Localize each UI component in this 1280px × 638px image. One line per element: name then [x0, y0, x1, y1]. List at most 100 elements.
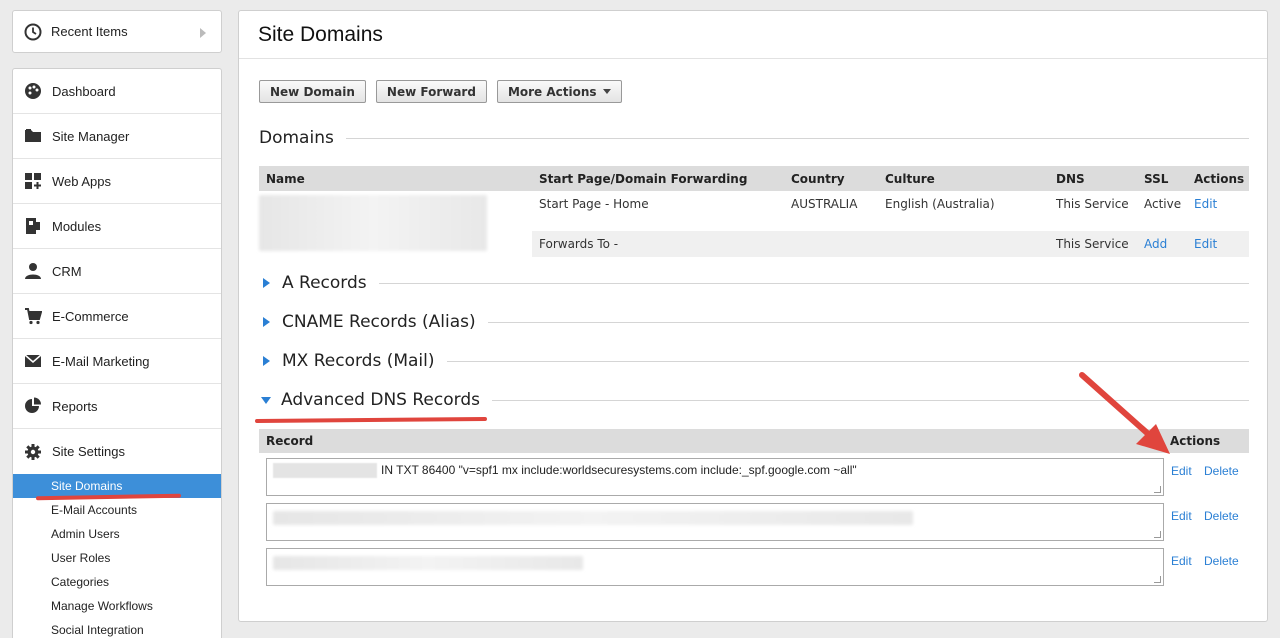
dns-cell: This Service	[1056, 197, 1129, 211]
col-header-actions: Actions	[1187, 166, 1249, 191]
subnav-categories[interactable]: Categories	[13, 570, 221, 594]
grid-plus-icon	[25, 173, 41, 189]
page-title: Site Domains	[258, 22, 383, 46]
delete-record-link[interactable]: Delete	[1204, 464, 1239, 478]
sidebar-item-crm[interactable]: CRM	[13, 249, 221, 294]
country-cell	[784, 231, 878, 257]
subnav-social-integration[interactable]: Social Integration	[13, 618, 221, 638]
edit-record-link[interactable]: Edit	[1171, 554, 1192, 568]
dns-record-row: Edit Delete	[266, 548, 1256, 586]
edit-forward-link[interactable]: Edit	[1194, 237, 1217, 251]
cart-icon	[25, 308, 42, 325]
dns-table-header: Record Actions	[259, 429, 1249, 453]
sidebar-item-label: Site Manager	[52, 128, 130, 144]
caret-down-icon	[602, 89, 611, 94]
a-records-section[interactable]: A Records	[259, 273, 1249, 293]
table-header-row: Name Start Page/Domain Forwarding Countr…	[259, 166, 1249, 191]
sidebar-item-label: E-Commerce	[52, 308, 129, 324]
col-header-record: Record	[266, 434, 314, 448]
expand-arrow-icon[interactable]	[263, 356, 270, 366]
subnav-user-roles[interactable]: User Roles	[13, 546, 221, 570]
dns-record-row: IN TXT 86400 "v=spf1 mx include:worldsec…	[266, 458, 1256, 496]
divider	[446, 360, 1249, 362]
redacted-host	[273, 463, 377, 479]
col-header-country: Country	[784, 166, 878, 191]
resize-handle-icon[interactable]	[1154, 486, 1161, 493]
domains-heading: Domains	[259, 128, 334, 148]
cname-records-section[interactable]: CNAME Records (Alias)	[259, 312, 1249, 332]
table-row: Start Page - Home AUSTRALIA English (Aus…	[259, 191, 1249, 251]
col-header-ssl: SSL	[1137, 166, 1187, 191]
redacted-domain-name	[259, 195, 487, 251]
sidebar-item-e-mail-marketing[interactable]: E-Mail Marketing	[13, 339, 221, 384]
a-records-heading[interactable]: A Records	[282, 273, 367, 293]
sidebar-item-site-settings[interactable]: Site Settings	[13, 429, 221, 474]
subnav-manage-workflows[interactable]: Manage Workflows	[13, 594, 221, 618]
add-ssl-link[interactable]: Add	[1144, 237, 1167, 251]
sidebar-item-reports[interactable]: Reports	[13, 384, 221, 429]
chevron-right-icon	[200, 28, 206, 38]
sidebar-item-label: E-Mail Marketing	[52, 353, 150, 369]
culture-cell: English (Australia)	[885, 197, 995, 211]
mx-records-heading[interactable]: MX Records (Mail)	[282, 351, 435, 371]
col-header-culture: Culture	[878, 166, 1049, 191]
col-header-name: Name	[259, 166, 532, 191]
sidebar-item-e-commerce[interactable]: E-Commerce	[13, 294, 221, 339]
edit-record-link[interactable]: Edit	[1171, 509, 1192, 523]
edit-domain-link[interactable]: Edit	[1194, 197, 1217, 211]
country-cell: AUSTRALIA	[791, 197, 858, 211]
sidebar-item-web-apps[interactable]: Web Apps	[13, 159, 221, 204]
sidebar-item-label: Dashboard	[52, 83, 116, 99]
dns-record-textarea[interactable]: IN TXT 86400 "v=spf1 mx include:worldsec…	[266, 458, 1164, 496]
subnav-admin-users[interactable]: Admin Users	[13, 522, 221, 546]
folder-icon	[25, 129, 41, 142]
mx-records-section[interactable]: MX Records (Mail)	[259, 351, 1249, 371]
resize-handle-icon[interactable]	[1154, 531, 1161, 538]
page-header: Site Domains	[239, 11, 1267, 59]
advanced-dns-heading[interactable]: Advanced DNS Records	[281, 390, 480, 410]
expand-arrow-icon[interactable]	[263, 278, 270, 288]
ssl-cell: Active	[1144, 197, 1182, 211]
cname-records-heading[interactable]: CNAME Records (Alias)	[282, 312, 476, 332]
redacted-record-text	[273, 556, 583, 570]
forwarding-cell: Forwards To -	[532, 231, 784, 257]
more-actions-button[interactable]: More Actions	[496, 80, 622, 103]
resize-handle-icon[interactable]	[1154, 576, 1161, 583]
advanced-dns-section[interactable]: Advanced DNS Records	[259, 390, 1249, 410]
more-actions-label: More Actions	[507, 84, 597, 99]
new-domain-button[interactable]: New Domain	[259, 80, 366, 103]
person-icon	[25, 263, 41, 279]
sidebar-item-modules[interactable]: Modules	[13, 204, 221, 249]
col-header-dns: DNS	[1049, 166, 1137, 191]
sidebar-item-label: CRM	[52, 263, 82, 279]
sidebar-item-dashboard[interactable]: Dashboard	[13, 69, 221, 114]
domains-section-heading: Domains	[259, 128, 1249, 148]
sidebar-item-site-manager[interactable]: Site Manager	[13, 114, 221, 159]
expand-arrow-icon[interactable]	[263, 317, 270, 327]
divider	[378, 282, 1249, 284]
new-forward-button[interactable]: New Forward	[375, 80, 487, 103]
sidebar-item-label: Site Settings	[52, 444, 125, 459]
delete-record-link[interactable]: Delete	[1204, 554, 1239, 568]
dns-record-textarea[interactable]	[266, 548, 1164, 586]
collapse-arrow-icon[interactable]	[261, 396, 271, 404]
culture-cell	[878, 231, 1049, 257]
forwarding-cell: Start Page - Home	[539, 197, 649, 211]
sidebar-item-label: Web Apps	[52, 173, 112, 189]
dns-cell: This Service	[1049, 231, 1137, 257]
dns-record-textarea[interactable]	[266, 503, 1164, 541]
toolbar: New Domain New Forward More Actions	[259, 80, 622, 103]
delete-record-link[interactable]: Delete	[1204, 509, 1239, 523]
pie-chart-icon	[25, 397, 41, 413]
domains-table: Name Start Page/Domain Forwarding Countr…	[259, 166, 1249, 257]
subnav-e-mail-accounts[interactable]: E-Mail Accounts	[13, 498, 221, 522]
edit-record-link[interactable]: Edit	[1171, 464, 1192, 478]
recent-items-button[interactable]: Recent Items	[12, 10, 222, 53]
palette-icon	[25, 83, 41, 99]
col-header-actions: Actions	[1170, 434, 1221, 448]
divider	[491, 399, 1249, 401]
sidebar-nav: Dashboard Site Manager Web Apps Modules …	[12, 68, 222, 638]
dns-record-row: Edit Delete	[266, 503, 1256, 541]
dns-record-text: IN TXT 86400 "v=spf1 mx include:worldsec…	[381, 463, 857, 477]
divider	[487, 321, 1249, 323]
